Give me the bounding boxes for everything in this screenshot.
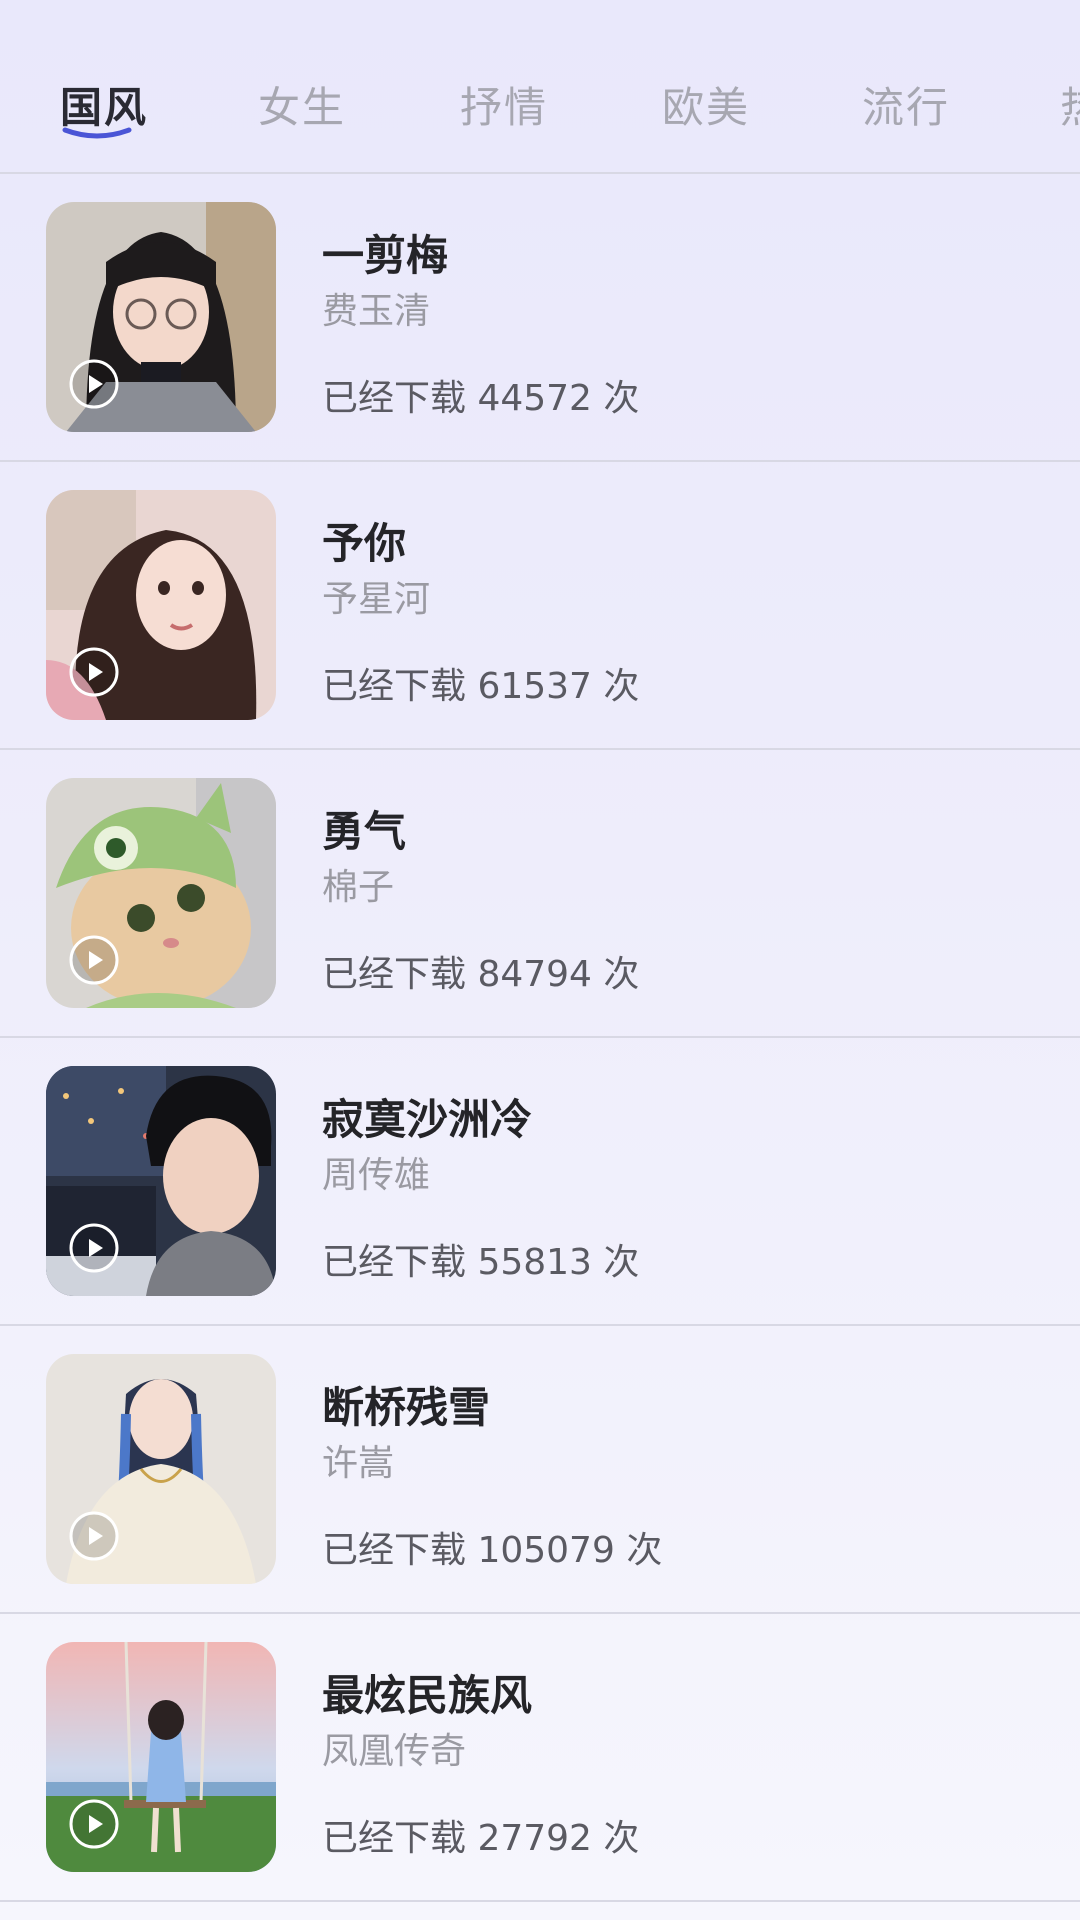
song-artist: 棉子 [322, 867, 395, 908]
song-title: 一剪梅 [322, 231, 449, 280]
song-cover[interactable] [46, 1066, 276, 1296]
song-cover[interactable] [46, 202, 276, 432]
category-tab-bar: 国风 女生 抒情 欧美 流行 热 [0, 0, 1080, 174]
play-circle-icon[interactable] [68, 358, 120, 410]
tab-liuxing[interactable]: 流行 [862, 74, 950, 135]
song-title: 予你 [322, 519, 407, 568]
song-title: 寂寞沙洲冷 [322, 1095, 533, 1144]
song-row[interactable]: 一剪梅 费玉清 已经下载 44572 次 [0, 174, 1080, 462]
download-count: 已经下载 44572 次 [322, 378, 640, 419]
play-circle-icon[interactable] [68, 934, 120, 986]
download-count: 已经下载 55813 次 [322, 1242, 640, 1283]
tab-shuqing[interactable]: 抒情 [460, 74, 548, 135]
song-row[interactable]: 勇气 棉子 已经下载 84794 次 [0, 750, 1080, 1038]
song-title: 勇气 [322, 807, 407, 856]
song-row[interactable]: 最炫民族风 凤凰传奇 已经下载 27792 次 [0, 1614, 1080, 1902]
song-cover[interactable] [46, 1642, 276, 1872]
play-circle-icon[interactable] [68, 1222, 120, 1274]
play-circle-icon[interactable] [68, 646, 120, 698]
download-count: 已经下载 84794 次 [322, 954, 640, 995]
play-circle-icon[interactable] [68, 1798, 120, 1850]
tab-oumei[interactable]: 欧美 [662, 74, 750, 135]
song-cover[interactable] [46, 1354, 276, 1584]
song-artist: 周传雄 [322, 1155, 431, 1196]
active-tab-indicator [62, 127, 132, 139]
song-row[interactable]: 予你 予星河 已经下载 61537 次 [0, 462, 1080, 750]
song-title: 断桥残雪 [322, 1383, 491, 1432]
song-cover[interactable] [46, 778, 276, 1008]
tab-re[interactable]: 热 [1060, 74, 1080, 135]
song-title: 最炫民族风 [322, 1671, 533, 1720]
song-artist: 费玉清 [322, 291, 431, 332]
download-count: 已经下载 105079 次 [322, 1530, 663, 1571]
song-cover[interactable] [46, 490, 276, 720]
song-artist: 予星河 [322, 579, 431, 620]
download-count: 已经下载 27792 次 [322, 1818, 640, 1859]
song-artist: 许嵩 [322, 1443, 395, 1484]
song-artist: 凤凰传奇 [322, 1731, 467, 1772]
song-row[interactable]: 断桥残雪 许嵩 已经下载 105079 次 [0, 1326, 1080, 1614]
tab-nvsheng[interactable]: 女生 [258, 74, 346, 135]
song-list: 一剪梅 费玉清 已经下载 44572 次 予你 予星河 已经下载 61537 次 [0, 174, 1080, 1902]
download-count: 已经下载 61537 次 [322, 666, 640, 707]
song-row[interactable]: 寂寞沙洲冷 周传雄 已经下载 55813 次 [0, 1038, 1080, 1326]
play-circle-icon[interactable] [68, 1510, 120, 1562]
